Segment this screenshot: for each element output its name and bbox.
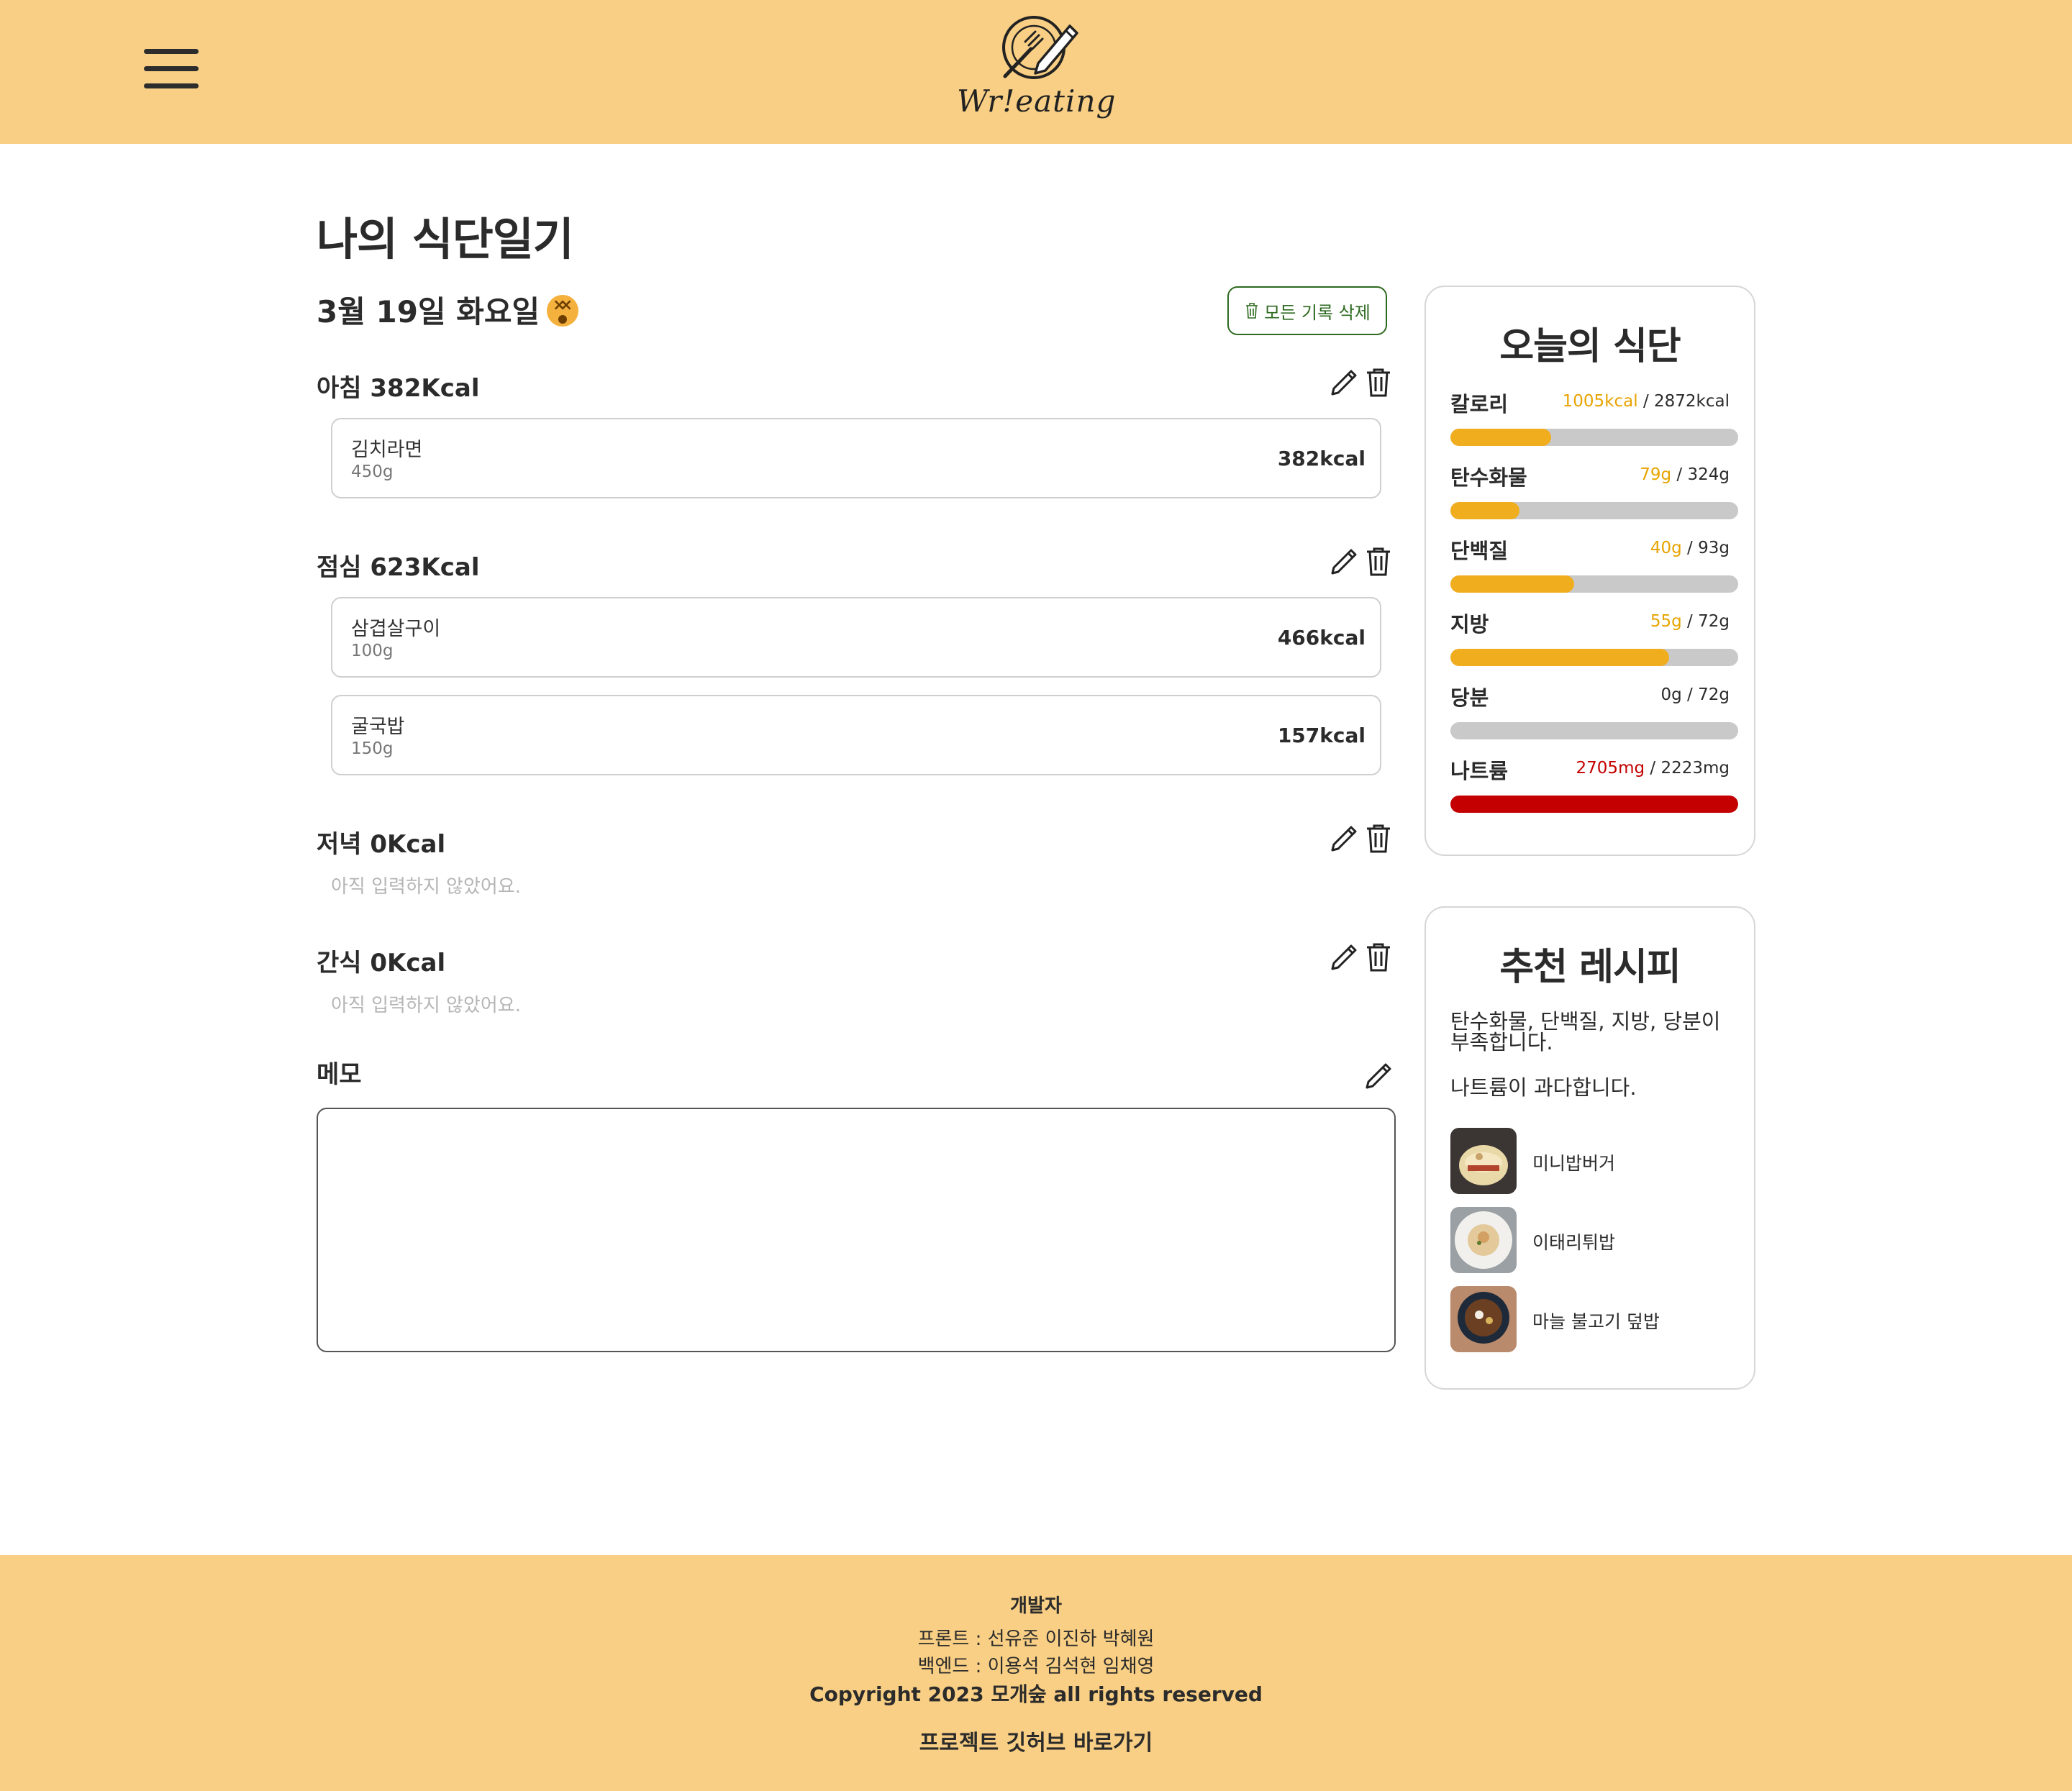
nutrient-target: 2223mg xyxy=(1660,759,1730,778)
nutrient-value: 1005kcal / 2872kcal xyxy=(1562,392,1730,411)
recipe-item[interactable]: 이태리튀밥 xyxy=(1450,1207,1738,1273)
nutrient-value: 55g / 72g xyxy=(1650,612,1730,631)
trash-icon xyxy=(1246,303,1258,319)
nutrient-progress-bar xyxy=(1450,502,1738,519)
delete-all-button[interactable]: 모든 기록 삭제 xyxy=(1227,286,1387,335)
recipe-over-message: 나트륨이 과다합니다. xyxy=(1450,1075,1637,1100)
recipe-item[interactable]: 미니밥버거 xyxy=(1450,1128,1738,1194)
nutrient-progress-fill xyxy=(1450,649,1669,666)
trash-icon[interactable] xyxy=(1363,546,1394,578)
memo-label: 메모 xyxy=(317,1060,362,1089)
food-name: 굴국밥 xyxy=(351,716,405,738)
footer-front-devs: 프론트 : 선유준 이진하 박혜원 xyxy=(917,1628,1155,1650)
plate-fork-pencil-icon xyxy=(1002,16,1078,79)
nutrient-progress-bar xyxy=(1450,722,1738,739)
trash-icon[interactable] xyxy=(1363,942,1394,973)
logo-text: Wr!eating xyxy=(957,83,1117,119)
edit-pencil-icon[interactable] xyxy=(1328,823,1360,855)
edit-pencil-icon[interactable] xyxy=(1328,367,1360,398)
food-name: 삼겹살구이 xyxy=(351,618,441,640)
recipe-thumbnail xyxy=(1450,1128,1517,1194)
food-kcal: 466kcal xyxy=(1277,626,1366,650)
recipe-thumbnail xyxy=(1450,1286,1517,1352)
empty-meal-message: 아직 입력하지 않았어요. xyxy=(331,995,521,1016)
nutrient-value: 0g / 72g xyxy=(1660,685,1730,704)
recipe-name: 이태리튀밥 xyxy=(1532,1232,1616,1253)
nutrient-label: 칼로리 xyxy=(1450,392,1509,416)
nutrient-target: 2872kcal xyxy=(1654,392,1730,411)
food-kcal: 157kcal xyxy=(1277,724,1366,747)
nutrient-target: 72g xyxy=(1698,612,1730,631)
app-logo[interactable]: Wr!eating xyxy=(957,13,1115,128)
nutrient-label: 당분 xyxy=(1450,685,1489,710)
nutrient-progress-bar xyxy=(1450,649,1738,666)
recipe-lack-message: 탄수화물, 단백질, 지방, 당분이 부족합니다. xyxy=(1450,1009,1721,1054)
memo-textarea[interactable] xyxy=(317,1108,1396,1352)
trash-icon[interactable] xyxy=(1363,367,1394,398)
nutrient-label: 탄수화물 xyxy=(1450,465,1527,490)
footer: 개발자 프론트 : 선유준 이진하 박혜원 백엔드 : 이용석 김석현 임채영 … xyxy=(0,1555,2072,1791)
nutrient-target: 72g xyxy=(1698,685,1730,704)
food-weight: 150g xyxy=(351,739,394,758)
nutrient-progress-fill xyxy=(1450,796,1738,813)
empty-meal-message: 아직 입력하지 않았어요. xyxy=(331,876,521,898)
delete-all-label: 모든 기록 삭제 xyxy=(1264,302,1371,323)
edit-pencil-icon[interactable] xyxy=(1363,1060,1394,1092)
nutrient-value: 2705mg / 2223mg xyxy=(1576,759,1730,778)
nutrient-value: 40g / 93g xyxy=(1650,539,1730,557)
nutrient-label: 단백질 xyxy=(1450,539,1509,563)
nutrient-label: 나트륨 xyxy=(1450,759,1509,783)
nutrient-current: 0g xyxy=(1660,685,1682,704)
meal-title-breakfast: 아침 382Kcal xyxy=(317,374,480,403)
dizzy-face-emoji xyxy=(547,295,579,327)
nutrient-current: 40g xyxy=(1650,539,1682,557)
meal-title-dinner: 저녁 0Kcal xyxy=(317,830,446,859)
recipe-name: 마늘 불고기 덮밥 xyxy=(1532,1311,1660,1332)
recipe-panel: 추천 레시피 탄수화물, 단백질, 지방, 당분이 부족합니다. 나트륨이 과다… xyxy=(1424,906,1755,1390)
recipe-thumbnail xyxy=(1450,1207,1517,1273)
nutrient-current: 2705mg xyxy=(1576,759,1645,778)
footer-back-devs: 백엔드 : 이용석 김석현 임채영 xyxy=(917,1656,1155,1677)
page-title: 나의 식단일기 xyxy=(317,213,574,265)
food-weight: 100g xyxy=(351,642,394,660)
footer-copyright: Copyright 2023 모개숲 all rights reserved xyxy=(809,1682,1263,1706)
github-link[interactable]: 프로젝트 깃허브 바로가기 xyxy=(0,1725,2072,1756)
food-card[interactable]: 삼겹살구이 100g 466kcal xyxy=(331,597,1381,678)
food-kcal: 382kcal xyxy=(1277,447,1366,470)
top-header: Wr!eating xyxy=(0,0,2072,144)
nutrient-progress-bar xyxy=(1450,796,1738,813)
recipe-name: 미니밥버거 xyxy=(1532,1153,1616,1174)
food-weight: 450g xyxy=(351,462,394,481)
food-card[interactable]: 굴국밥 150g 157kcal xyxy=(331,695,1381,775)
footer-heading: 개발자 xyxy=(1010,1595,1062,1617)
date-heading: 3월 19일 화요일 xyxy=(317,288,579,332)
nutrient-progress-fill xyxy=(1450,575,1574,593)
nutrient-target: 324g xyxy=(1687,465,1730,484)
today-nutrition-panel: 오늘의 식단 칼로리 1005kcal / 2872kcal 탄수화물 79g / 3… xyxy=(1424,286,1755,856)
edit-pencil-icon[interactable] xyxy=(1328,942,1360,973)
nutrient-current: 79g xyxy=(1640,465,1672,484)
date-label: 3월 19일 화요일 xyxy=(317,294,540,329)
nutrient-current: 55g xyxy=(1650,612,1682,631)
recipe-panel-title: 추천 레시피 xyxy=(1499,946,1681,989)
meal-title-snack: 간식 0Kcal xyxy=(317,949,446,977)
nutrient-target: 93g xyxy=(1698,539,1730,557)
recipe-item[interactable]: 마늘 불고기 덮밥 xyxy=(1450,1286,1738,1352)
nutrient-value: 79g / 324g xyxy=(1640,465,1730,484)
nutrient-label: 지방 xyxy=(1450,612,1489,637)
nutrient-progress-fill xyxy=(1450,502,1519,519)
food-name: 김치라면 xyxy=(351,439,423,461)
today-panel-title: 오늘의 식단 xyxy=(1499,325,1681,368)
hamburger-menu-icon[interactable] xyxy=(144,49,199,89)
nutrient-progress-bar xyxy=(1450,575,1738,593)
trash-icon[interactable] xyxy=(1363,823,1394,855)
edit-pencil-icon[interactable] xyxy=(1328,546,1360,578)
food-card[interactable]: 김치라면 450g 382kcal xyxy=(331,418,1381,498)
meal-title-lunch: 점심 623Kcal xyxy=(317,553,480,582)
nutrient-current: 1005kcal xyxy=(1562,392,1638,411)
nutrient-progress-bar xyxy=(1450,429,1738,446)
nutrient-progress-fill xyxy=(1450,429,1551,446)
